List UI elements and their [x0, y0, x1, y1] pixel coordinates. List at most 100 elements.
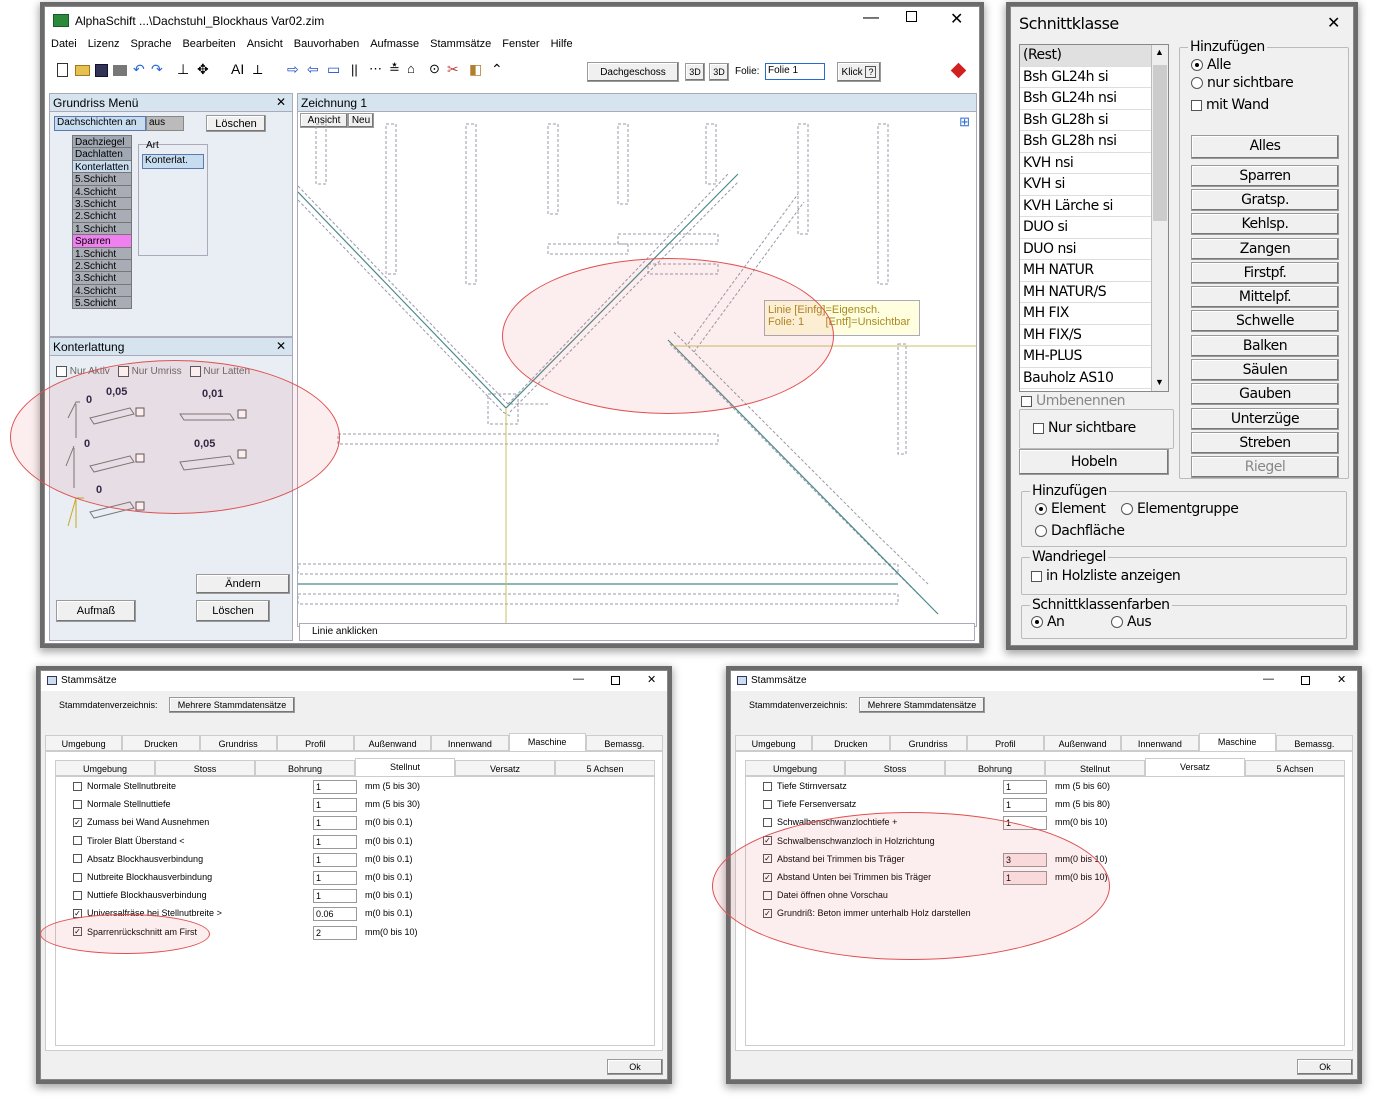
subtab-versatz[interactable]: Versatz — [455, 760, 555, 775]
schnitt-list-item[interactable]: MH NATUR — [1020, 260, 1168, 282]
tab-umgebung[interactable]: Umgebung — [735, 735, 813, 750]
dimension-tool-icon[interactable]: ⊥ — [177, 61, 189, 78]
setting-value[interactable]: 1 — [313, 889, 357, 904]
grundriss-loeschen-button[interactable]: Löschen — [206, 115, 266, 132]
menu-item-5[interactable]: Bauvorhaben — [294, 38, 359, 50]
klick-button[interactable]: Klick ? — [837, 62, 881, 82]
tab-grundriss[interactable]: Grundriss — [889, 735, 967, 750]
mit-wand-checkbox[interactable]: mit Wand — [1191, 97, 1269, 113]
layer-item[interactable]: Dachlatten — [72, 147, 132, 161]
3d-view-button[interactable]: 3D — [685, 63, 705, 81]
an-radio[interactable]: An — [1031, 614, 1065, 630]
3d-render-button[interactable]: 3D — [709, 63, 729, 81]
tab-maschine[interactable]: Maschine — [508, 733, 586, 751]
tab-drucken[interactable]: Drucken — [812, 735, 890, 750]
save-icon[interactable] — [95, 64, 108, 77]
grundriss-close-icon[interactable]: ✕ — [276, 95, 286, 109]
schnitt-btn-kehlsp[interactable]: Kehlsp. — [1191, 213, 1339, 235]
scroll-thumb[interactable] — [1153, 65, 1167, 221]
subtab-5achsen[interactable]: 5 Achsen — [1245, 760, 1345, 775]
schnitt-btn-sparren[interactable]: Sparren — [1191, 165, 1339, 187]
setting-checkbox[interactable] — [73, 854, 82, 864]
subtab-bohrung[interactable]: Bohrung — [945, 760, 1045, 775]
schnitt-btn-sulen[interactable]: Säulen — [1191, 359, 1339, 381]
elementgruppe-radio[interactable]: Elementgruppe — [1121, 501, 1239, 517]
element-radio[interactable]: Element — [1035, 501, 1106, 517]
subtab-versatz[interactable]: Versatz — [1145, 758, 1245, 776]
frame-tool-icon[interactable]: ▭ — [327, 61, 340, 78]
setting-row[interactable]: Absatz Blockhausverbindung — [73, 854, 203, 864]
schnitt-list-item[interactable]: MH FIX — [1020, 303, 1168, 325]
umbenennen-checkbox[interactable]: Umbenennen — [1021, 393, 1126, 409]
tab-umgebung[interactable]: Umgebung — [45, 735, 123, 750]
setting-row[interactable]: Tiroler Blatt Überstand < — [73, 836, 184, 846]
setting-checkbox[interactable]: ✓ — [73, 817, 82, 827]
setting-row[interactable]: Nutbreite Blockhausverbindung — [73, 872, 212, 882]
schnitt-list-item[interactable]: KVH nsi — [1020, 153, 1168, 174]
subtab-5achsen[interactable]: 5 Achsen — [555, 760, 655, 775]
menu-item-6[interactable]: Aufmasse — [370, 38, 419, 50]
schnitt-list-item[interactable]: (Rest) — [1020, 45, 1168, 67]
menu-item-7[interactable]: Stammsätze — [430, 38, 491, 50]
stamm-maximize-icon[interactable] — [611, 676, 620, 685]
subtab-bohrung[interactable]: Bohrung — [255, 760, 355, 775]
setting-checkbox[interactable] — [763, 799, 772, 809]
layer-item[interactable]: 4.Schicht — [72, 283, 132, 298]
minimize-icon[interactable]: — — [863, 9, 879, 27]
close-icon[interactable]: ✕ — [950, 9, 963, 29]
level-tool-icon[interactable]: ≛ — [389, 61, 400, 77]
layers-icon[interactable]: ◧ — [469, 61, 482, 78]
layer-item[interactable]: 3.Schicht — [72, 271, 132, 285]
tools-icon[interactable]: ✂ — [447, 61, 459, 78]
setting-value[interactable]: 0.06 — [313, 907, 357, 922]
setting-checkbox[interactable] — [763, 817, 772, 827]
layer-item[interactable]: 2.Schicht — [72, 258, 132, 273]
open-folder-icon[interactable] — [75, 65, 90, 76]
schnitt-btn-balken[interactable]: Balken — [1191, 335, 1339, 357]
subtab-umgebung[interactable]: Umgebung — [55, 760, 155, 775]
dachschichten-toggle[interactable]: Dachschichten an — [54, 116, 146, 131]
setting-value[interactable]: 1 — [313, 871, 357, 885]
setting-checkbox[interactable] — [73, 890, 82, 900]
schnitt-btn-zangen[interactable]: Zangen — [1191, 238, 1339, 260]
layer-item[interactable]: 1.Schicht — [72, 246, 132, 260]
tab-profil[interactable]: Profil — [966, 735, 1044, 750]
text-tool-icon[interactable]: AI — [231, 61, 244, 77]
menu-item-9[interactable]: Hilfe — [551, 38, 573, 50]
schnitt-btn-firstpf[interactable]: Firstpf. — [1191, 262, 1339, 284]
schnitt-list-item[interactable]: KVH Lärche si — [1020, 196, 1168, 217]
holzliste-checkbox[interactable]: in Holzliste anzeigen — [1031, 568, 1181, 584]
alle-radio[interactable]: Alle — [1191, 57, 1231, 73]
pause-tool-icon[interactable]: || — [351, 62, 358, 77]
konter-close-icon[interactable]: ✕ — [276, 339, 286, 353]
setting-value[interactable]: 1 — [313, 780, 357, 794]
schnitt-btn-streben[interactable]: Streben — [1191, 432, 1339, 454]
layer-item[interactable]: 5.Schicht — [72, 296, 132, 310]
schnitt-btn-mittelpf[interactable]: Mittelpf. — [1191, 286, 1339, 308]
schnitt-list-item[interactable]: Bsh GL24h si — [1020, 67, 1168, 88]
menu-item-1[interactable]: Lizenz — [88, 38, 120, 50]
new-file-icon[interactable] — [57, 63, 68, 77]
layer-item[interactable]: Konterlatten — [72, 159, 132, 174]
folie-selector[interactable]: Folie 1 — [765, 63, 825, 80]
nur-sichtbare-radio[interactable]: nur sichtbare — [1191, 75, 1294, 91]
setting-row[interactable]: ✓ Zumass bei Wand Ausnehmen — [73, 817, 209, 827]
schnitt-btn-schwelle[interactable]: Schwelle — [1191, 310, 1339, 332]
schnitt-btn-gratsp[interactable]: Gratsp. — [1191, 189, 1339, 211]
setting-value[interactable]: 1 — [313, 816, 357, 831]
print-icon[interactable] — [113, 65, 127, 76]
beam-tool-icon[interactable]: ⇦ — [307, 61, 319, 78]
layer-item[interactable]: 4.Schicht — [72, 184, 132, 198]
schnitt-list-item[interactable]: MH FIX/S — [1020, 325, 1168, 346]
aus-toggle[interactable]: aus — [146, 116, 184, 131]
setting-value[interactable]: 2 — [313, 925, 357, 940]
setting-checkbox[interactable] — [73, 799, 82, 809]
setting-value[interactable]: 1 — [1003, 780, 1047, 794]
setting-value[interactable]: 1 — [1003, 798, 1047, 813]
tab-innenwand[interactable]: Innenwand — [1121, 735, 1199, 750]
menu-item-2[interactable]: Sprache — [130, 38, 171, 50]
dotted-line-icon[interactable]: ⋯ — [369, 61, 382, 77]
schnitt-list-item[interactable]: Bsh GL24h nsi — [1020, 88, 1168, 110]
move-tool-icon[interactable]: ✥ — [197, 61, 209, 78]
schnitt-list-item[interactable]: KVH si — [1020, 174, 1168, 196]
